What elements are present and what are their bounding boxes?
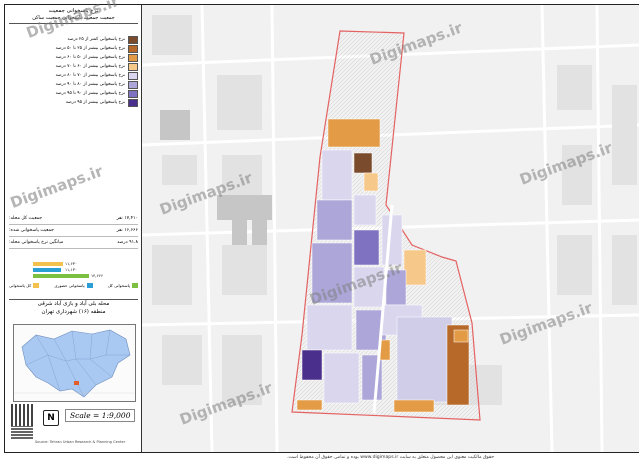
bar-3-value: ۱۴,۶۶۶: [91, 273, 104, 278]
legend-list: نرخ پاسخوانی کمتر از ۲۵ درصد نرخ پاسخوان…: [9, 35, 138, 107]
neighborhood-name: محله بلی آباد و بازی آباد شرقی: [37, 301, 110, 307]
location-inset-map: [13, 324, 136, 402]
bar-legend-swatch: [86, 283, 93, 288]
inset-svg: [14, 329, 135, 398]
bar-2-value: ۱۱,۱۳۰: [65, 267, 78, 272]
place-title: محله بلی آباد و بازی آباد شرقی منطقه (۱۶…: [9, 299, 138, 316]
legend-item: نرخ پاسخوانی بیشتر از ۵۰ تا ۶۰ درصد: [9, 53, 138, 62]
bar-legend: کل پاسخوانی پاسخوانی حضوری پاسخوانی کل: [9, 283, 138, 288]
bar-legend-swatch: [33, 283, 40, 288]
north-arrow-icon: N: [43, 410, 59, 426]
legend-label: نرخ پاسخوانی کمتر از ۲۵ درصد: [67, 37, 125, 42]
district-name: منطقه (۱۶) شهرداری تهران: [41, 309, 106, 315]
stat-label: جمعیت کل محله:: [9, 216, 43, 221]
watermark-text: Digimaps.ir: [497, 298, 595, 348]
legend-swatch: [128, 35, 138, 44]
legend-label: نرخ پاسخوانی بیشتر از ۶۰ تا ۷۰ درصد: [55, 64, 125, 69]
bar-legend-item: پاسخوانی حضوری: [54, 283, 93, 288]
stat-row: میانگین نرخ پاسخوانی محله: ۹۱.۸ درصد: [9, 237, 138, 249]
legend-item: نرخ پاسخوانی بیشتر از ۹۰ تا ۹۵ درصد: [9, 89, 138, 98]
bar-legend-label: پاسخوانی کل: [107, 283, 130, 288]
legend-label: نرخ پاسخوانی بیشتر از ۷۰ تا ۸۰ درصد: [55, 73, 125, 78]
legend-label: نرخ پاسخوانی بیشتر از ۹۵ درصد: [65, 100, 125, 105]
stat-value: ۱۷,۴۱۰ نفر: [116, 216, 138, 221]
legend-item: نرخ پاسخوانی بیشتر از ۹۵ درصد: [9, 98, 138, 107]
statistics-table: جمعیت کل محله: ۱۷,۴۱۰ نفر جمعیت پاسخوانی …: [9, 213, 138, 249]
legend-label: نرخ پاسخوانی بیشتر از ۸۰ تا ۹۰ درصد: [55, 82, 125, 87]
bar-1-value: ۱۱,۶۳۰: [65, 261, 78, 266]
legend-swatch: [128, 98, 138, 107]
population-bars: ۱۱,۶۳۰ ۱۱,۱۳۰ ۱۴,۶۶۶ کل پاسخوانی پاسخوان…: [9, 260, 138, 296]
bar-legend-label: کل پاسخوانی: [9, 283, 32, 288]
legend-item: نرخ پاسخوانی بیشتر از ۸۰ تا ۹۰ درصد: [9, 80, 138, 89]
legend-swatch: [128, 71, 138, 80]
legend-label: نرخ پاسخوانی بیشتر از ۵۰ تا ۶۰ درصد: [55, 55, 125, 60]
copyright-note: حقوق مالکیت معنوی این محصول متعلق به سای…: [286, 455, 495, 460]
bar-1: [33, 262, 63, 266]
legend-swatch: [128, 44, 138, 53]
qr-code-icon: [11, 404, 33, 426]
stat-value: ۹۱.۸ درصد: [117, 240, 138, 245]
legend-swatch: [128, 89, 138, 98]
stat-label: جمعیت پاسخوانی شده:: [9, 228, 54, 233]
scale-label: Scale = 1:9,000: [65, 409, 136, 422]
stat-label: میانگین نرخ پاسخوانی محله:: [9, 240, 64, 245]
stat-row: جمعیت پاسخوانی شده: ۱۶,۶۶۶ نفر: [9, 225, 138, 237]
legend-item: نرخ پاسخوانی بیشتر از ۶۰ تا ۷۰ درصد: [9, 62, 138, 71]
qr-code-icon: [11, 426, 33, 439]
neighborhood-marker: [74, 381, 79, 385]
legend-item: نرخ پاسخوانی بیشتر از ۲۵ تا ۵۰ درصد: [9, 44, 138, 53]
legend-panel: نرخ پاسخوانی جمعیت جمعیت جمعیت پاسخوانی …: [5, 5, 142, 452]
legend-label: نرخ پاسخوانی بیشتر از ۹۰ تا ۹۵ درصد: [55, 91, 125, 96]
bar-2: [33, 268, 61, 272]
legend-label: نرخ پاسخوانی بیشتر از ۲۵ تا ۵۰ درصد: [55, 46, 125, 51]
stat-row: جمعیت کل محله: ۱۷,۴۱۰ نفر: [9, 213, 138, 225]
stat-value: ۱۶,۶۶۶ نفر: [116, 228, 138, 233]
map-canvas: Digimaps.ir Digimaps.ir Digimaps.ir Digi…: [142, 5, 639, 452]
city-boundary: [21, 329, 131, 398]
map-footer: N Scale = 1:9,000 Source: Tehran Urban R…: [9, 404, 138, 448]
bar-legend-label: پاسخوانی حضوری: [54, 283, 85, 288]
map-svg: Digimaps.ir Digimaps.ir Digimaps.ir Digi…: [142, 5, 639, 452]
legend-swatch: [128, 62, 138, 71]
source-credit: Source: Tehran Urban Research & Planning…: [35, 440, 126, 444]
bar-legend-swatch: [131, 283, 138, 288]
legend-item: نرخ پاسخوانی بیشتر از ۷۰ تا ۸۰ درصد: [9, 71, 138, 80]
bar-legend-item: پاسخوانی کل: [108, 283, 138, 288]
bar-legend-item: کل پاسخوانی: [9, 283, 40, 288]
bar-3: [33, 274, 89, 278]
legend-swatch: [128, 53, 138, 62]
legend-swatch: [128, 80, 138, 89]
